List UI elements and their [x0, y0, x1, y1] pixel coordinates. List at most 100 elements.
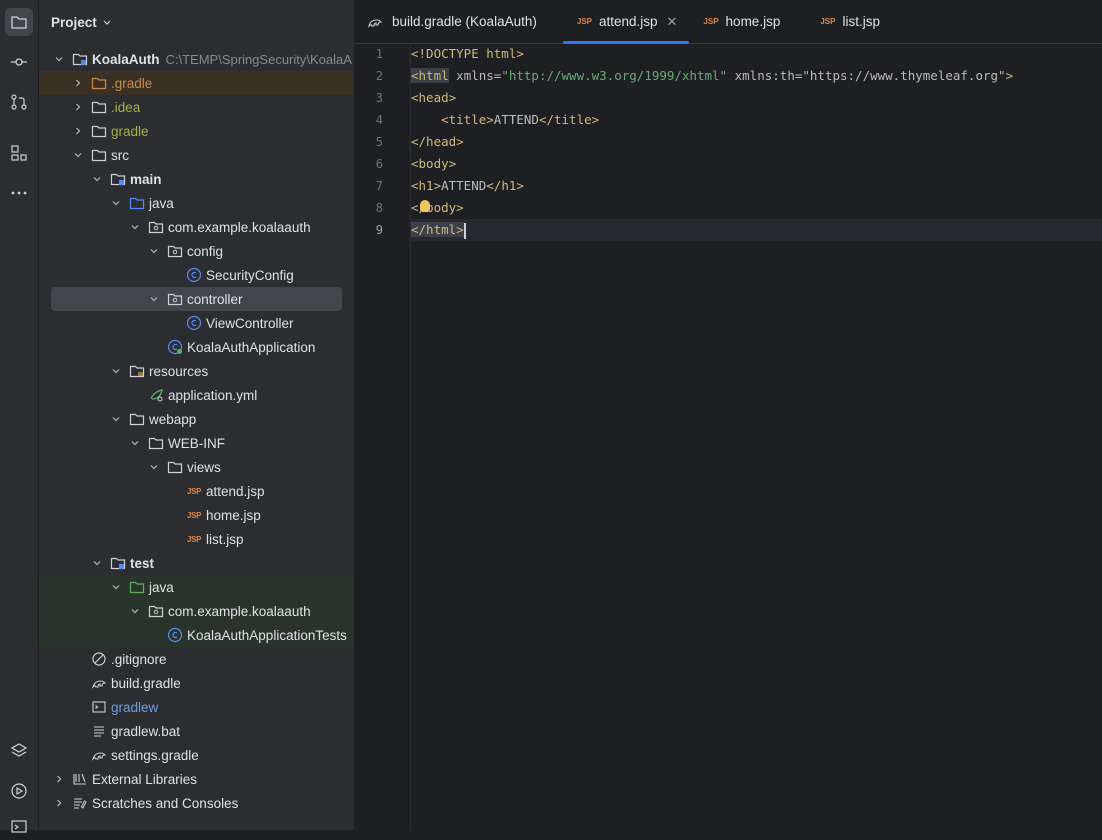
chevron-down-icon[interactable]: [109, 364, 123, 378]
chevron-right-icon[interactable]: [71, 76, 85, 90]
code-token: ATTEND: [493, 112, 539, 127]
tree-item-label: main: [130, 171, 162, 187]
tree-item[interactable]: Scratches and Consoles: [39, 791, 354, 815]
code-token: </h1>: [486, 178, 524, 193]
pull-requests-icon[interactable]: [5, 88, 33, 116]
code-token: <body>: [411, 156, 457, 171]
editor-tab[interactable]: JSP attend.jsp ✕: [562, 0, 690, 44]
chevron-down-icon[interactable]: [147, 460, 161, 474]
code-editor[interactable]: <!DOCTYPE html> <html xmlns="http://www.w…: [411, 43, 1102, 830]
tree-item[interactable]: java: [39, 575, 354, 599]
tree-item[interactable]: JSP attend.jsp: [39, 479, 354, 503]
chevron-down-icon[interactable]: [109, 580, 123, 594]
chevron-down-icon[interactable]: [90, 556, 104, 570]
test-folder-icon: [129, 579, 145, 595]
code-line[interactable]: <title>ATTEND</title>: [411, 109, 599, 131]
lightbulb-icon[interactable]: [420, 200, 430, 212]
chevron-right-icon[interactable]: [52, 796, 66, 810]
commit-icon[interactable]: [5, 48, 33, 76]
tree-item[interactable]: gradlew: [39, 695, 354, 719]
chevron-right-icon[interactable]: [71, 124, 85, 138]
tree-item[interactable]: gradlew.bat: [39, 719, 354, 743]
tree-item[interactable]: controller: [39, 287, 354, 311]
tree-item[interactable]: SecurityConfig: [39, 263, 354, 287]
tree-item[interactable]: WEB-INF: [39, 431, 354, 455]
chevron-down-icon[interactable]: [147, 292, 161, 306]
tree-item[interactable]: webapp: [39, 407, 354, 431]
tree-item[interactable]: build.gradle: [39, 671, 354, 695]
tree-item-path-hint: C:\TEMP\SpringSecurity\KoalaA: [165, 51, 352, 67]
tree-item[interactable]: com.example.koalaauth: [39, 215, 354, 239]
tree-item[interactable]: views: [39, 455, 354, 479]
chevron-right-icon[interactable]: [52, 772, 66, 786]
gradle-icon: [91, 747, 107, 763]
tree-item[interactable]: test: [39, 551, 354, 575]
run-icon[interactable]: [5, 777, 33, 805]
code-line[interactable]: <head>: [411, 87, 456, 109]
structure-icon[interactable]: [5, 139, 33, 167]
chevron-down-icon[interactable]: [128, 220, 142, 234]
tree-item[interactable]: JSP list.jsp: [39, 527, 354, 551]
tree-item-label: gradlew.bat: [111, 723, 181, 739]
code-line[interactable]: <html xmlns="http://www.w3.org/1999/xhtm…: [411, 65, 1013, 87]
tree-item[interactable]: External Libraries: [39, 767, 354, 791]
tree-item[interactable]: config: [39, 239, 354, 263]
gradle-icon: [367, 14, 388, 30]
tree-item[interactable]: com.example.koalaauth: [39, 599, 354, 623]
editor-tab[interactable]: JSP list.jsp: [806, 0, 906, 43]
tree-item[interactable]: KoalaAuthApplication: [39, 335, 354, 359]
tree-item[interactable]: .gradle: [39, 71, 354, 95]
terminal-tool-icon[interactable]: [5, 812, 33, 840]
tree-item[interactable]: resources: [39, 359, 354, 383]
project-icon[interactable]: [5, 8, 33, 36]
close-icon[interactable]: ✕: [667, 14, 678, 30]
editor-tab[interactable]: JSP home.jsp: [689, 0, 806, 43]
code-token: </html>: [411, 222, 464, 237]
line-number: 3: [375, 91, 383, 105]
tree-item[interactable]: ViewController: [39, 311, 354, 335]
tree-item-label: com.example.koalaauth: [168, 219, 311, 235]
code-line[interactable]: </head>: [411, 131, 464, 153]
line-number: 2: [375, 69, 383, 83]
chevron-down-icon[interactable]: [128, 604, 142, 618]
tree-item-label: KoalaAuth: [92, 51, 160, 67]
code-line[interactable]: <body>: [411, 153, 456, 175]
code-line[interactable]: <h1>ATTEND</h1>: [411, 175, 524, 197]
tree-item-label: KoalaAuthApplicationTests: [187, 627, 347, 643]
chevron-down-icon[interactable]: [71, 148, 85, 162]
chevron-down-icon[interactable]: [147, 244, 161, 258]
layers-icon[interactable]: [5, 737, 33, 765]
code-token: </title>: [538, 112, 600, 127]
tree-item[interactable]: java: [39, 191, 354, 215]
project-panel-header[interactable]: Project: [39, 0, 354, 44]
chevron-down-icon[interactable]: [102, 15, 112, 30]
chevron-down-icon[interactable]: [109, 196, 123, 210]
editor-tab[interactable]: build.gradle (KoalaAuth): [355, 0, 563, 43]
code-line[interactable]: </html>: [411, 219, 466, 241]
chevron-down-icon[interactable]: [109, 412, 123, 426]
chevron-down-icon[interactable]: [128, 436, 142, 450]
line-number: 8: [375, 201, 383, 215]
tree-item[interactable]: gradle: [39, 119, 354, 143]
tree-item[interactable]: src: [39, 143, 354, 167]
more-icon[interactable]: [5, 179, 33, 207]
tree-item[interactable]: main: [39, 167, 354, 191]
tool-window-strip: [0, 0, 39, 833]
tree-item[interactable]: .gitignore: [39, 647, 354, 671]
project-panel-title: Project: [51, 14, 97, 30]
chevron-down-icon[interactable]: [90, 172, 104, 186]
tree-item-label: WEB-INF: [168, 435, 225, 451]
tree-item[interactable]: application.yml: [39, 383, 354, 407]
tree-item[interactable]: KoalaAuthApplicationTests: [39, 623, 354, 647]
ignore-icon: [91, 651, 107, 667]
chevron-right-icon[interactable]: [71, 100, 85, 114]
code-line[interactable]: </body>: [411, 197, 464, 219]
tree-item[interactable]: .idea: [39, 95, 354, 119]
chevron-down-icon[interactable]: [52, 52, 66, 66]
code-line[interactable]: <!DOCTYPE html>: [411, 43, 524, 65]
tree-item[interactable]: JSP home.jsp: [39, 503, 354, 527]
tree-item-label: src: [111, 147, 129, 163]
tree-item[interactable]: settings.gradle: [39, 743, 354, 767]
tree-item[interactable]: KoalaAuth C:\TEMP\SpringSecurity\KoalaA: [39, 47, 354, 71]
jsp-icon: JSP: [186, 486, 202, 496]
